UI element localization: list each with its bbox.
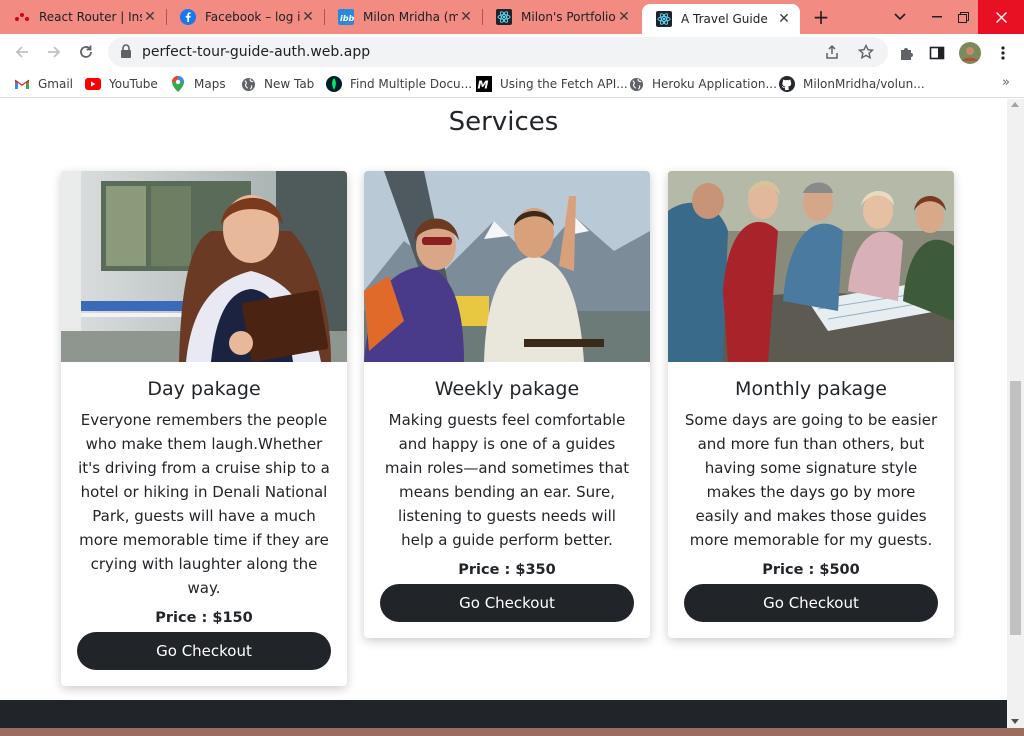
bookmark-label: Find Multiple Docu...	[350, 77, 473, 91]
services-heading: Services	[448, 107, 559, 137]
scroll-up-arrow-icon[interactable]	[1011, 102, 1019, 107]
go-checkout-button[interactable]: Go Checkout	[380, 584, 634, 622]
close-icon[interactable]: ✕	[142, 9, 158, 25]
close-window-icon[interactable]	[978, 0, 1024, 34]
browser-tab-strip: React Router | Ins ✕ Facebook – log in ✕…	[0, 0, 1024, 34]
woman-guide-by-bus-photo	[61, 171, 347, 362]
tab-imgbb[interactable]: ibb Milon Mridha (mil ✕	[324, 0, 482, 34]
github-icon	[779, 76, 795, 92]
url-text[interactable]: perfect-tour-guide-auth.web.app	[142, 44, 370, 60]
service-card-weekly: Weekly pakage Making guests feel comfort…	[364, 171, 650, 638]
ibb-icon: ibb	[338, 9, 354, 25]
browser-toolbar: perfect-tour-guide-auth.web.app	[0, 34, 1024, 70]
forward-arrow-icon[interactable]	[40, 38, 68, 66]
tab-title: Facebook – log in	[205, 10, 300, 24]
address-bar[interactable]: perfect-tour-guide-auth.web.app	[108, 37, 888, 67]
close-icon[interactable]: ✕	[616, 9, 632, 25]
bookmark-label: MilonMridha/volun...	[803, 77, 925, 91]
bookmark-youtube[interactable]: YouTube	[85, 76, 158, 92]
mongodb-leaf-icon	[326, 76, 342, 92]
react-router-icon	[14, 9, 30, 25]
service-card-monthly: Monthly pakage Some days are going to be…	[668, 171, 954, 638]
close-icon[interactable]: ✕	[776, 11, 792, 27]
bookmark-fetch-api[interactable]: M Using the Fetch API...	[476, 76, 628, 92]
bookmark-star-icon[interactable]	[857, 43, 875, 60]
card-price: Price : $150	[155, 610, 253, 626]
scroll-thumb[interactable]	[1010, 381, 1021, 635]
tab-title: Milon Mridha (mil	[363, 10, 458, 24]
vertical-scrollbar[interactable]	[1007, 99, 1024, 736]
os-taskbar	[0, 728, 1024, 736]
react-icon	[656, 11, 672, 27]
minimize-icon[interactable]	[924, 0, 950, 34]
mdn-icon: M	[476, 76, 492, 92]
bookmark-label: Gmail	[38, 77, 74, 91]
svg-text:ibb: ibb	[340, 14, 354, 23]
guide-pointing-mountains-photo	[364, 171, 650, 362]
share-icon[interactable]	[824, 44, 840, 60]
globe-icon	[628, 76, 644, 92]
card-price: Price : $350	[458, 562, 556, 578]
service-card-day: Day pakage Everyone remembers the people…	[61, 171, 347, 686]
new-tab-plus-icon[interactable]: +	[809, 5, 833, 29]
go-checkout-button[interactable]: Go Checkout	[684, 584, 938, 622]
tab-portfolio[interactable]: Milon's Portfolio ✕	[482, 0, 640, 34]
maps-icon	[170, 76, 186, 92]
react-icon	[496, 9, 512, 25]
close-icon[interactable]: ✕	[300, 9, 316, 25]
card-title: Monthly pakage	[735, 378, 887, 400]
go-checkout-button[interactable]: Go Checkout	[77, 632, 331, 670]
svg-text:M: M	[478, 79, 489, 92]
bookmark-maps[interactable]: Maps	[170, 76, 226, 92]
profile-avatar[interactable]	[958, 41, 982, 65]
bookmark-find-docs[interactable]: Find Multiple Docu...	[326, 76, 472, 92]
bookmarks-overflow-icon[interactable]: »	[1002, 75, 1010, 90]
page-viewport: Services Day pakage Everyone remembers t…	[0, 99, 1007, 736]
card-price: Price : $500	[762, 562, 860, 578]
scroll-down-arrow-icon[interactable]	[1011, 719, 1019, 724]
bookmark-label: Maps	[194, 77, 226, 91]
tab-title: React Router | Ins	[39, 10, 142, 24]
globe-icon	[240, 76, 256, 92]
close-icon[interactable]: ✕	[458, 9, 474, 25]
bookmark-label: Using the Fetch API...	[500, 77, 628, 91]
extensions-puzzle-icon[interactable]	[898, 44, 916, 62]
bookmark-label: Heroku Application...	[652, 77, 777, 91]
card-title: Weekly pakage	[434, 378, 580, 400]
youtube-icon	[85, 76, 101, 92]
restore-icon[interactable]	[950, 0, 976, 34]
bookmark-github-repo[interactable]: MilonMridha/volun...	[779, 76, 925, 92]
tab-title: A Travel Guide	[681, 12, 768, 26]
tab-travel-guide[interactable]: A Travel Guide ✕	[642, 4, 800, 34]
gmail-icon	[14, 76, 30, 92]
reload-icon[interactable]	[72, 38, 100, 66]
back-arrow-icon[interactable]	[8, 38, 36, 66]
lock-icon[interactable]	[120, 44, 132, 63]
tab-facebook[interactable]: Facebook – log in ✕	[166, 0, 324, 34]
bookmark-label: New Tab	[264, 77, 315, 91]
card-description: Making guests feel comfortable and happy…	[384, 411, 630, 549]
group-reading-map-photo	[668, 171, 954, 362]
card-description: Some days are going to be easier and mor…	[684, 411, 938, 549]
tab-title: Milon's Portfolio	[521, 10, 616, 24]
bookmark-gmail[interactable]: Gmail	[14, 76, 73, 92]
bookmarks-bar: Gmail YouTube Maps New Tab Find Multiple…	[0, 70, 1024, 98]
tab-react-router[interactable]: React Router | Ins ✕	[0, 0, 166, 34]
card-title: Day pakage	[147, 378, 261, 400]
card-description: Everyone remembers the people who make t…	[78, 411, 330, 597]
facebook-icon	[180, 9, 196, 25]
side-panel-icon[interactable]	[928, 44, 946, 62]
bookmark-label: YouTube	[109, 77, 158, 91]
more-vert-icon[interactable]	[994, 44, 1012, 62]
bookmark-new-tab[interactable]: New Tab	[240, 76, 314, 92]
bookmark-heroku[interactable]: Heroku Application...	[628, 76, 777, 92]
tab-search-chevron-icon[interactable]	[885, 0, 915, 34]
